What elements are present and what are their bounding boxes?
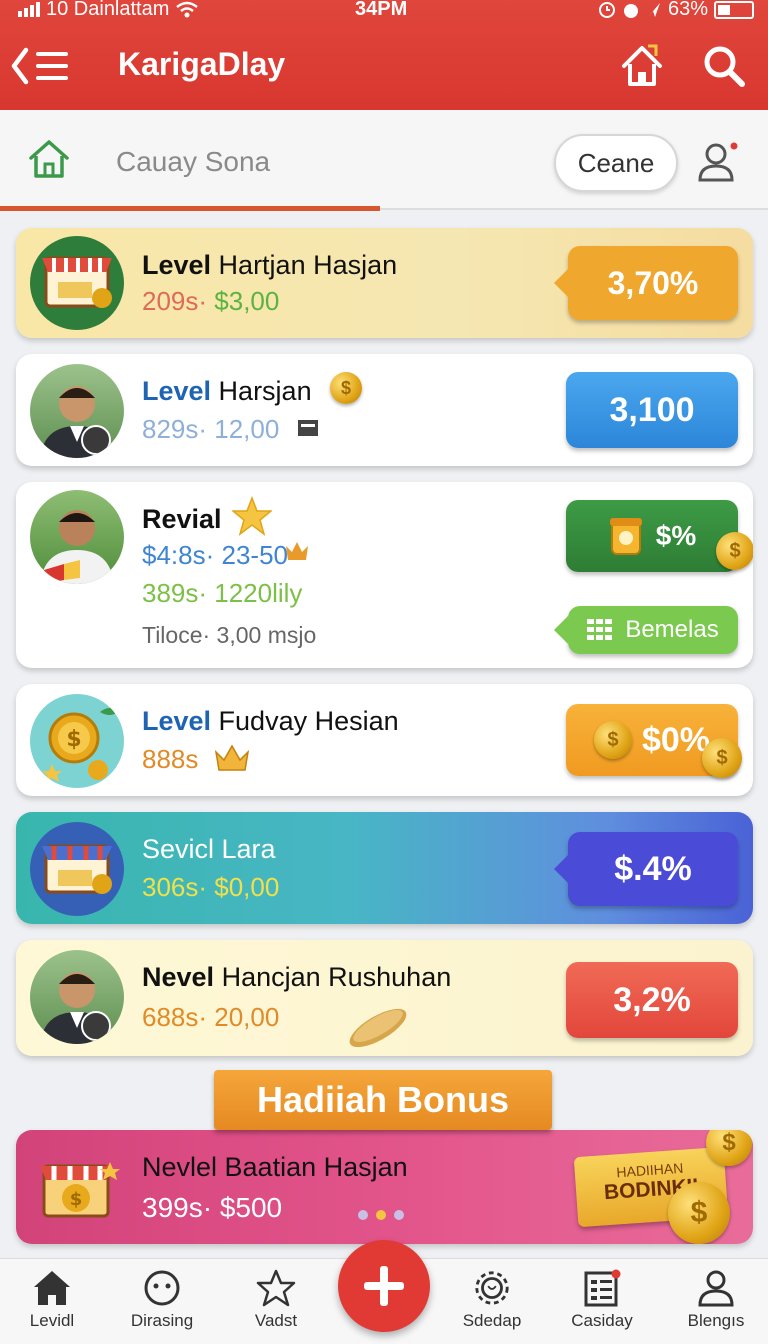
- card-note: Tiloce· 3,00 msjo: [142, 622, 317, 648]
- card-title: Revial: [142, 504, 222, 534]
- avatar: [30, 490, 124, 584]
- nav-item-blengis[interactable]: Blengıs: [666, 1269, 766, 1341]
- shop-icon: [30, 236, 124, 330]
- add-button[interactable]: [338, 1240, 430, 1332]
- battery-icon: [714, 0, 754, 19]
- carrier-text: 10 Dainlattam: [46, 0, 170, 20]
- home-outline-icon[interactable]: [28, 138, 70, 180]
- card-stats: 829s· 12,00: [142, 414, 280, 444]
- search-input[interactable]: Cauay Sona: [116, 146, 270, 178]
- carousel-dots[interactable]: [358, 1210, 404, 1220]
- card-stats-secondary: 389s· 1220lily: [142, 578, 303, 608]
- loading-progress: [0, 206, 380, 211]
- card-stats: 306s· $0,00: [142, 872, 280, 902]
- crown-icon: [214, 744, 250, 771]
- coin-icon: $: [593, 721, 632, 759]
- avatar: [30, 364, 124, 458]
- list-icon: [584, 1269, 621, 1307]
- coin-icon: $: [668, 1182, 730, 1244]
- shop-icon: [30, 822, 124, 916]
- list-item[interactable]: Level Hartjan Hasjan 209s· $3,00 3,70%: [16, 228, 753, 338]
- card-title: Nevlel Baatian Hasjan: [142, 1152, 408, 1182]
- list-item[interactable]: Nevel Hancjan Rushuhan 688s· 20,00 3,2%: [16, 940, 753, 1056]
- home-icon[interactable]: [620, 42, 664, 90]
- gear-icon: [475, 1271, 509, 1305]
- list-item[interactable]: $ Level Fudvay Hesian 888s $ $0% $: [16, 684, 753, 796]
- user-icon[interactable]: [696, 140, 740, 184]
- card-title: Level Fudvay Hesian: [142, 706, 399, 736]
- crown-icon: [286, 542, 308, 560]
- grid-icon: [587, 619, 613, 640]
- user-icon: [698, 1270, 734, 1307]
- nav-item-dirasing[interactable]: Dirasing: [112, 1269, 212, 1341]
- shop-icon: $: [30, 1140, 124, 1234]
- alarm-icon: [598, 1, 615, 18]
- avatar: [30, 950, 124, 1044]
- clear-button[interactable]: Ceane: [554, 134, 678, 192]
- score-badge[interactable]: 3,100: [566, 372, 738, 448]
- back-menu-icon[interactable]: [10, 42, 74, 90]
- card-title: Sevicl Lara: [142, 834, 276, 864]
- coin-icon: $: [702, 738, 742, 778]
- status-bar: 10 Dainlattam 34PM 63%: [0, 0, 768, 22]
- nav-item-levidl[interactable]: Levidl: [2, 1269, 102, 1341]
- search-icon[interactable]: [700, 42, 748, 90]
- card-title: Level Hartjan Hasjan: [142, 250, 398, 280]
- card-stats: $4:8s· 23-50: [142, 540, 288, 570]
- search-bar: Cauay Sona Ceane: [0, 110, 768, 211]
- status-time: 34PM: [355, 0, 408, 20]
- percent-badge[interactable]: $%: [566, 500, 738, 572]
- star-icon: [232, 496, 272, 536]
- list-item[interactable]: Sevicl Lara 306s· $0,00 $.4%: [16, 812, 753, 924]
- rate-badge[interactable]: 3,70%: [554, 246, 738, 320]
- card-title: Nevel Hancjan Rushuhan: [142, 962, 452, 992]
- coin-icon: $: [330, 372, 362, 404]
- location-icon: [647, 2, 660, 17]
- nav-item-casiday[interactable]: Casiday: [552, 1269, 652, 1341]
- bonus-card[interactable]: $ Nevlel Baatian Hasjan 399s· $500 HADII…: [16, 1130, 753, 1244]
- app-title: KarigaDlay: [118, 46, 286, 82]
- coin-icon: [349, 1008, 407, 1048]
- svg-text:$: $: [66, 727, 81, 752]
- percent-badge[interactable]: $.4%: [554, 832, 738, 906]
- wifi-icon: [176, 1, 199, 17]
- coin-icon: $: [716, 532, 753, 570]
- signal-icon: [18, 2, 40, 17]
- home-icon: [34, 1271, 70, 1305]
- nav-item-vadst[interactable]: Vadst: [226, 1269, 326, 1341]
- jar-icon: [609, 518, 642, 555]
- svg-text:$: $: [70, 1189, 83, 1210]
- bonus-ribbon: Hadiiah Bonus: [214, 1070, 552, 1130]
- app-header: 10 Dainlattam 34PM 63% KarigaDlay: [0, 0, 768, 110]
- list-item[interactable]: Level Harsjan $ 829s· 12,00 3,100: [16, 354, 753, 466]
- nav-item-sdedap[interactable]: Sdedap: [442, 1269, 542, 1341]
- card-stats: 888s: [142, 744, 199, 774]
- percent-badge[interactable]: 3,2%: [566, 962, 738, 1038]
- card-title: Level Harsjan: [142, 376, 312, 406]
- star-icon: [256, 1269, 296, 1307]
- card-stats: 688s· 20,00: [142, 1002, 280, 1032]
- plus-icon: [364, 1266, 404, 1306]
- note-icon: [298, 420, 318, 436]
- card-stats: 209s· $3,00: [142, 286, 280, 316]
- details-badge[interactable]: Bemelas: [554, 606, 738, 654]
- coins-icon: $: [30, 694, 124, 788]
- list-item[interactable]: Revial $4:8s· 23-50 389s· 1220lily Tiloc…: [16, 482, 753, 668]
- timer-icon: [623, 3, 638, 18]
- battery-percent: 63%: [667, 0, 708, 20]
- smile-icon: [144, 1270, 180, 1306]
- card-stats: 399s· $500: [142, 1192, 283, 1223]
